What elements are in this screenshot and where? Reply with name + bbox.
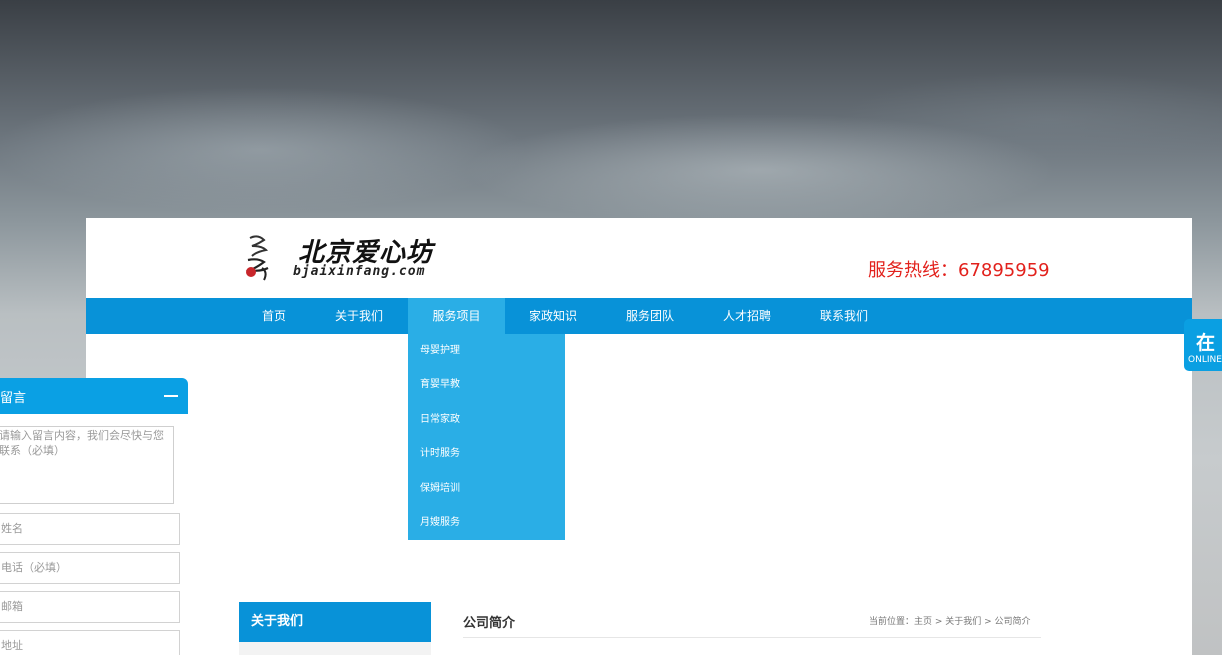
- phone-input[interactable]: 电话（必填）: [0, 552, 180, 584]
- section-title: 公司简介: [463, 616, 516, 631]
- message-widget: 留言 请输入留言内容，我们会尽快与您联系（必填） 姓名 电话（必填） 邮箱 地址: [0, 378, 188, 655]
- online-tab-label: ONLINE: [1188, 355, 1222, 365]
- page-container: 北京爱心坊 bjaixinfang.com 服务热线：67895959 首页 关…: [86, 218, 1192, 655]
- section-divider: [463, 637, 1041, 638]
- logo-icon: [245, 235, 269, 281]
- message-textarea[interactable]: 请输入留言内容，我们会尽快与您联系（必填）: [0, 426, 174, 504]
- dropdown-item-postpartum-service[interactable]: 月嫂服务: [420, 513, 460, 533]
- online-service-tab[interactable]: 在 ONLINE: [1184, 319, 1222, 371]
- message-widget-title: 留言: [0, 391, 27, 406]
- nav-item-about[interactable]: 关于我们: [320, 298, 398, 334]
- dropdown-item-hourly-service[interactable]: 计时服务: [420, 444, 460, 464]
- logo-domain: bjaixinfang.com: [293, 264, 426, 279]
- sidebar-list: [239, 642, 431, 655]
- minimize-icon[interactable]: [164, 395, 178, 397]
- address-input[interactable]: 地址: [0, 630, 180, 655]
- service-hotline: 服务热线：67895959: [868, 260, 1050, 281]
- nav-item-knowledge[interactable]: 家政知识: [514, 298, 592, 334]
- main-navbar: 首页 关于我们 服务项目 家政知识 服务团队 人才招聘 联系我们: [86, 298, 1192, 334]
- site-header: 北京爱心坊 bjaixinfang.com 服务热线：67895959: [86, 218, 1192, 298]
- nav-item-contact[interactable]: 联系我们: [805, 298, 883, 334]
- background-sky: [0, 0, 1222, 240]
- nav-item-team[interactable]: 服务团队: [611, 298, 689, 334]
- online-tab-char: 在: [1196, 332, 1216, 354]
- dropdown-item-maternal-care[interactable]: 母婴护理: [420, 341, 460, 361]
- dropdown-item-daily-housekeeping[interactable]: 日常家政: [420, 410, 460, 430]
- nav-item-home[interactable]: 首页: [250, 298, 298, 334]
- sidebar-title: 关于我们: [239, 602, 431, 642]
- message-widget-header[interactable]: 留言: [0, 378, 188, 414]
- email-input[interactable]: 邮箱: [0, 591, 180, 623]
- breadcrumb: 当前位置：主页 > 关于我们 > 公司简介: [869, 617, 1031, 627]
- services-dropdown: 母婴护理 育婴早教 日常家政 计时服务 保姆培训 月嫂服务: [408, 334, 565, 540]
- nav-item-careers[interactable]: 人才招聘: [708, 298, 786, 334]
- dropdown-item-early-education[interactable]: 育婴早教: [420, 375, 460, 395]
- name-input[interactable]: 姓名: [0, 513, 180, 545]
- nav-item-services[interactable]: 服务项目: [408, 298, 505, 334]
- dropdown-item-nanny-training[interactable]: 保姆培训: [420, 479, 460, 499]
